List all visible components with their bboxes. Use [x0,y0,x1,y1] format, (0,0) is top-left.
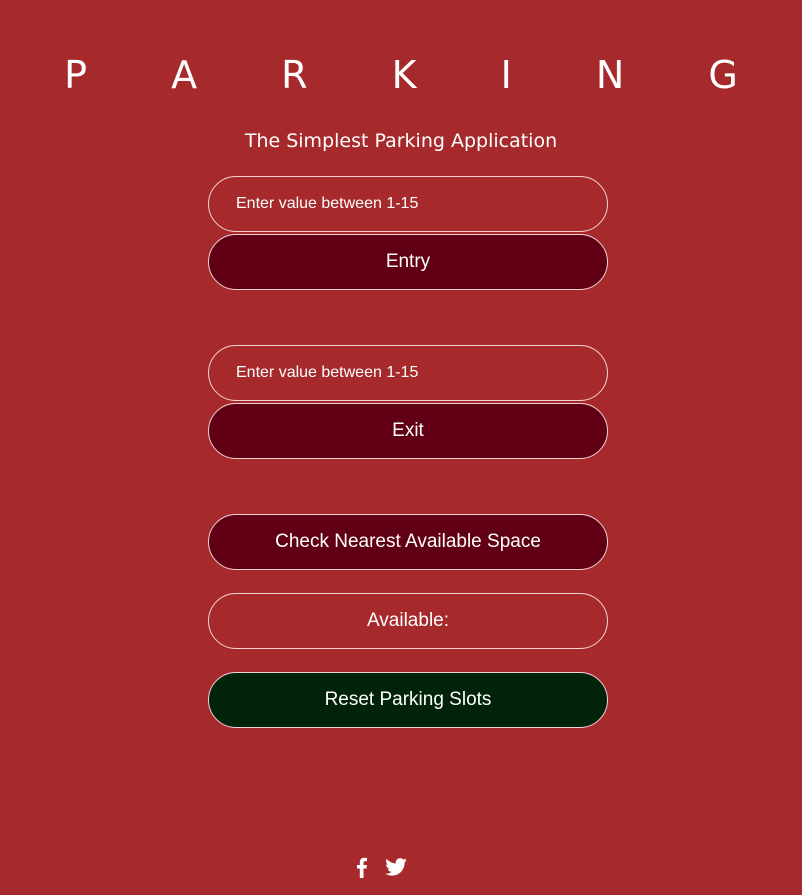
app-subtitle: The Simplest Parking Application [244,130,558,152]
available-label: Available: [366,610,450,631]
facebook-icon[interactable] [355,856,371,878]
twitter-icon[interactable] [385,858,407,876]
reset-parking-slots-button[interactable]: Reset Parking Slots [208,672,608,728]
app-title: P A R K I N G [64,53,774,97]
exit-button[interactable]: Exit [208,403,608,459]
check-nearest-space-button[interactable]: Check Nearest Available Space [208,514,608,570]
exit-slot-input[interactable] [208,345,608,401]
available-output: Available: [208,593,608,649]
entry-slot-input[interactable] [208,176,608,232]
entry-button[interactable]: Entry [208,234,608,290]
social-links [355,856,407,878]
